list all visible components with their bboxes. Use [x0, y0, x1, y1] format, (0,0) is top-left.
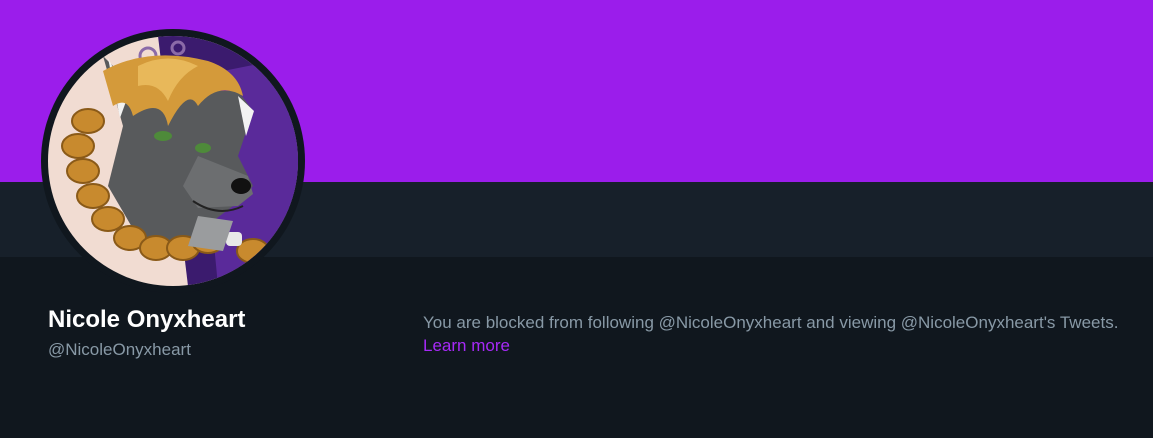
profile-handle: @NicoleOnyxheart [48, 340, 191, 359]
profile-display-name: Nicole Onyxheart [48, 306, 246, 333]
blocked-notice-text: You are blocked from following @NicoleOn… [423, 313, 1119, 332]
learn-more-link[interactable]: Learn more [423, 334, 510, 357]
avatar[interactable] [48, 36, 298, 286]
avatar-image [48, 36, 298, 286]
blocked-notice: You are blocked from following @NicoleOn… [423, 311, 1148, 357]
